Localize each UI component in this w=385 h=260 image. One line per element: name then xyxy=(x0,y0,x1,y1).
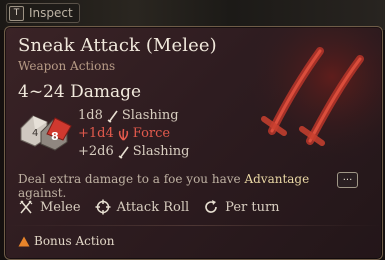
die-face-8: 8 xyxy=(51,130,59,143)
ability-title: Sneak Attack (Melee) xyxy=(18,35,217,56)
damage-line: 1d8 Slashing xyxy=(78,107,189,125)
damage-type: Force xyxy=(132,126,171,141)
slashing-icon xyxy=(118,146,129,159)
damage-type: Slashing xyxy=(132,144,190,159)
keybind-t: T xyxy=(9,5,24,21)
sneak-attack-art-icon xyxy=(242,27,382,161)
property-label: Per turn xyxy=(225,199,280,215)
property-label: Attack Roll xyxy=(116,199,190,215)
inspect-hint[interactable]: T Inspect xyxy=(6,3,80,23)
property-attack-roll: Attack Roll xyxy=(95,199,190,215)
property-label: Melee xyxy=(40,199,81,215)
damage-dice: 1d8 xyxy=(78,108,103,123)
damage-type: Slashing xyxy=(121,108,179,123)
refresh-icon xyxy=(205,200,217,213)
crosshair-icon xyxy=(95,199,111,215)
property-melee: Melee xyxy=(18,199,81,215)
ability-properties: Melee Attack Roll Per turn xyxy=(18,199,294,215)
force-icon xyxy=(118,128,128,141)
slashing-icon xyxy=(107,110,118,123)
ability-tooltip: Sneak Attack (Melee) Weapon Actions 4~24… xyxy=(4,26,383,260)
action-cost-label: Bonus Action xyxy=(34,234,115,248)
damage-breakdown: 1d8 Slashing +1d4 Force +2d6 Slashing xyxy=(78,107,189,161)
dice-icon: 4 8 xyxy=(20,115,72,151)
damage-range: 4~24 Damage xyxy=(18,82,142,102)
damage-dice: +2d6 xyxy=(78,144,114,159)
damage-dice: +1d4 xyxy=(78,126,114,141)
inspect-label: Inspect xyxy=(29,6,73,20)
divider xyxy=(5,225,382,226)
ability-category: Weapon Actions xyxy=(18,59,116,73)
advantage-keyword[interactable]: Advantage xyxy=(244,172,309,186)
property-per-turn: Per turn xyxy=(203,199,280,215)
bonus-action-triangle-icon xyxy=(18,236,30,246)
more-info-button[interactable]: ... xyxy=(337,172,358,188)
melee-swords-icon xyxy=(19,200,33,214)
ability-description: Deal extra damage to a foe you have Adva… xyxy=(18,172,358,200)
description-text-end: against. xyxy=(18,186,67,200)
damage-line: +1d4 Force xyxy=(78,125,189,143)
die-face-4: 4 xyxy=(32,128,38,139)
damage-line: +2d6 Slashing xyxy=(78,143,189,161)
description-text: Deal extra damage to a foe you have xyxy=(18,172,245,186)
action-cost: Bonus Action xyxy=(18,234,114,248)
